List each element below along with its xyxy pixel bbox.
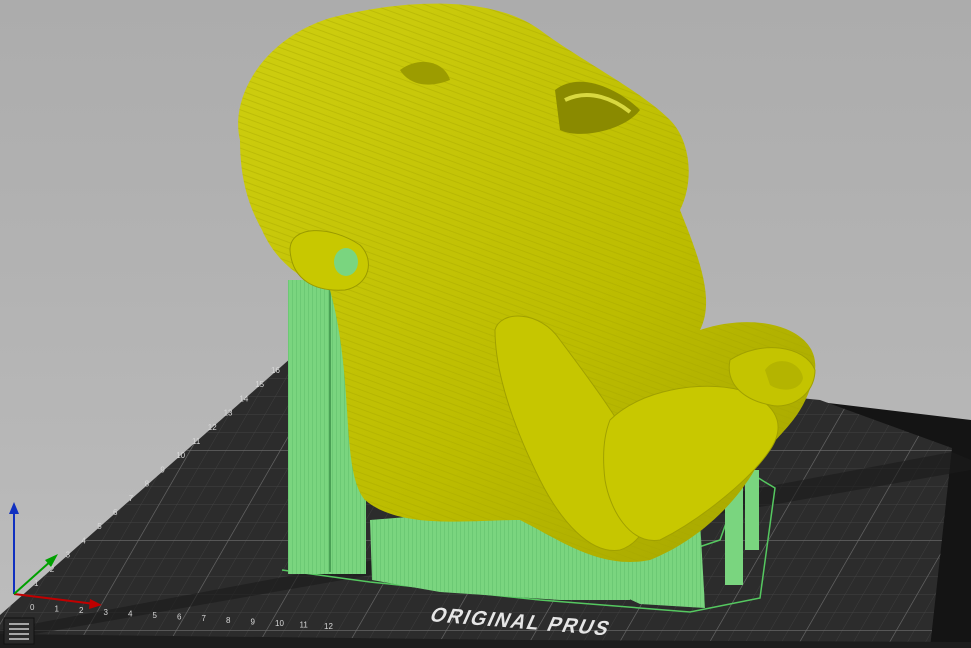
ruler-y-tick: 16 [271, 366, 280, 375]
ruler-x-tick: 0 [30, 603, 35, 612]
ruler-x-tick: 7 [202, 614, 207, 623]
ruler-x-tick: 4 [128, 609, 133, 618]
ruler-y-tick: 11 [192, 437, 201, 446]
ruler-x-tick: 8 [226, 616, 231, 625]
3d-viewport[interactable]: 0 1 2 3 4 5 6 7 8 9 10 11 12 1 2 3 4 5 6 7 8 9 10 11 12 13 14 15 16 [0, 0, 971, 648]
ruler-x-tick: 5 [153, 611, 158, 620]
ruler-x-tick: 9 [251, 617, 256, 626]
layers-icon[interactable] [2, 614, 36, 646]
ruler-x-tick: 3 [104, 608, 109, 617]
ruler-y-tick: 3 [66, 551, 71, 560]
ruler-y-tick: 7 [129, 494, 134, 503]
ruler-x-tick: 12 [324, 622, 333, 631]
ruler-x-tick: 2 [79, 606, 84, 615]
ruler-y-tick: 13 [224, 409, 233, 418]
ruler-y-tick: 5 [97, 522, 102, 531]
ruler-x-tick: 10 [275, 619, 284, 628]
ruler-y-tick: 4 [81, 536, 86, 545]
ruler-y-tick: 10 [176, 451, 185, 460]
ruler-x-tick: 11 [300, 621, 309, 630]
ruler-y-tick: 6 [113, 508, 118, 517]
ruler-y-tick: 9 [160, 465, 165, 474]
ruler-y-tick: 14 [239, 394, 248, 403]
ruler-x-tick: 6 [177, 613, 182, 622]
scene-canvas[interactable]: 0 1 2 3 4 5 6 7 8 9 10 11 12 12345678910111213141516 [0, 0, 971, 648]
ruler-x-tick: 1 [55, 605, 60, 614]
ruler-y-tick: 12 [208, 423, 217, 432]
ruler-y-tick: 15 [255, 380, 264, 389]
ruler-y-tick: 8 [145, 480, 150, 489]
ruler-y-tick: 1 [34, 579, 39, 588]
